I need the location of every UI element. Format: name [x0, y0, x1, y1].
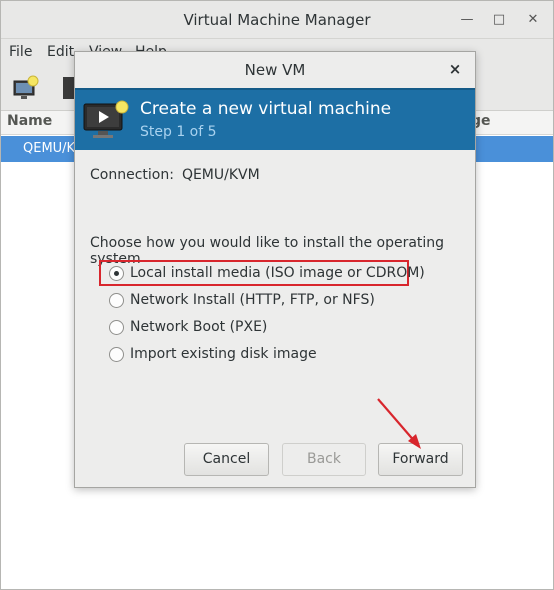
- dialog-close-icon[interactable]: ×: [445, 59, 465, 79]
- dialog-titlebar: New VM ×: [75, 52, 475, 88]
- monitor-play-icon: [83, 100, 129, 138]
- dialog-title: New VM: [244, 61, 306, 79]
- option-network-boot-label: Network Boot (PXE): [130, 319, 268, 335]
- connection-info: Connection: QEMU/KVM: [90, 167, 260, 183]
- option-network-boot[interactable]: Network Boot (PXE): [109, 316, 267, 338]
- radio-network-install[interactable]: [109, 292, 124, 308]
- banner-title: Create a new virtual machine: [140, 99, 392, 119]
- dialog-banner: Create a new virtual machine Step 1 of 5: [75, 88, 475, 150]
- maximize-icon[interactable]: □: [489, 10, 509, 30]
- close-main-icon[interactable]: ✕: [523, 10, 543, 30]
- connection-value: QEMU/KVM: [181, 167, 260, 183]
- cancel-button[interactable]: Cancel: [184, 443, 269, 476]
- main-titlebar: Virtual Machine Manager — □ ✕: [1, 1, 553, 39]
- radio-network-boot[interactable]: [109, 319, 124, 335]
- menu-edit[interactable]: Edit: [47, 44, 74, 60]
- option-network-install[interactable]: Network Install (HTTP, FTP, or NFS): [109, 289, 375, 311]
- annotation-arrow-icon: [377, 398, 421, 449]
- option-local-install[interactable]: Local install media (ISO image or CDROM): [109, 262, 425, 284]
- option-network-install-label: Network Install (HTTP, FTP, or NFS): [130, 292, 375, 308]
- connection-label: Connection:: [90, 167, 174, 183]
- menu-file[interactable]: File: [9, 44, 32, 60]
- column-name[interactable]: Name: [7, 113, 52, 129]
- option-import-disk[interactable]: Import existing disk image: [109, 343, 317, 365]
- option-local-install-label: Local install media (ISO image or CDROM): [130, 265, 425, 281]
- back-button[interactable]: Back: [282, 443, 366, 476]
- option-import-disk-label: Import existing disk image: [130, 346, 317, 362]
- banner-step: Step 1 of 5: [140, 124, 217, 140]
- radio-local-install[interactable]: [109, 265, 124, 281]
- radio-import-disk[interactable]: [109, 346, 124, 362]
- minimize-icon[interactable]: —: [457, 10, 477, 30]
- new-vm-icon[interactable]: [13, 75, 39, 101]
